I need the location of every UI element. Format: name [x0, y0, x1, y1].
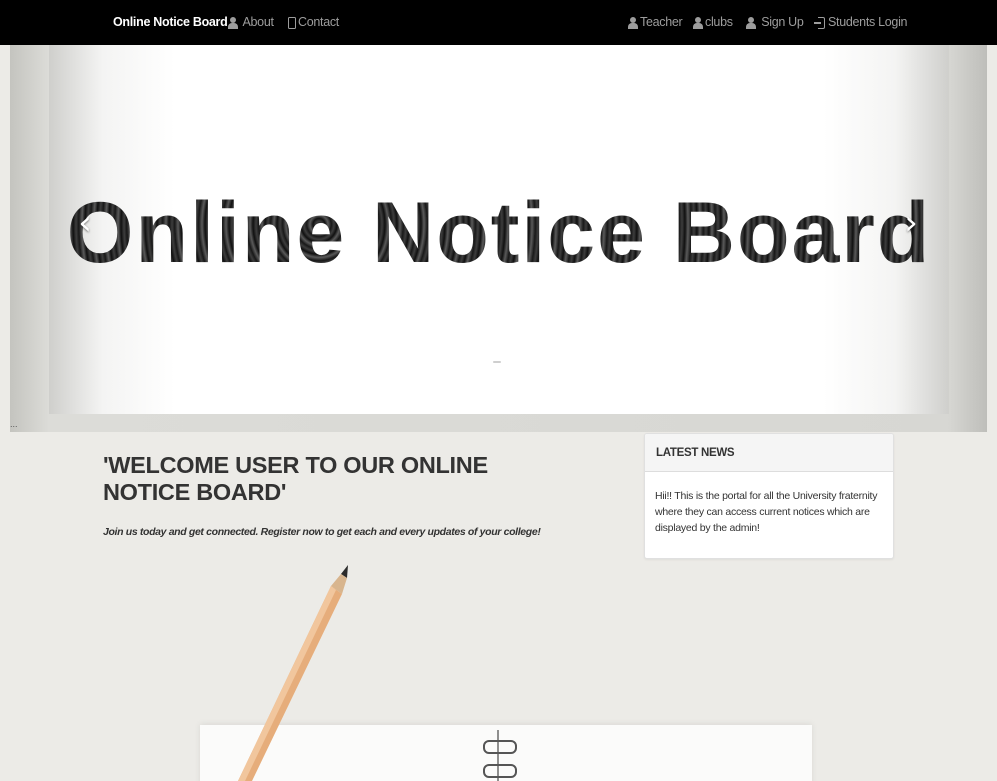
- notebook-spiral-image: [483, 730, 517, 781]
- pencil-image: [238, 565, 348, 781]
- pencil-notebook-image: [238, 565, 517, 781]
